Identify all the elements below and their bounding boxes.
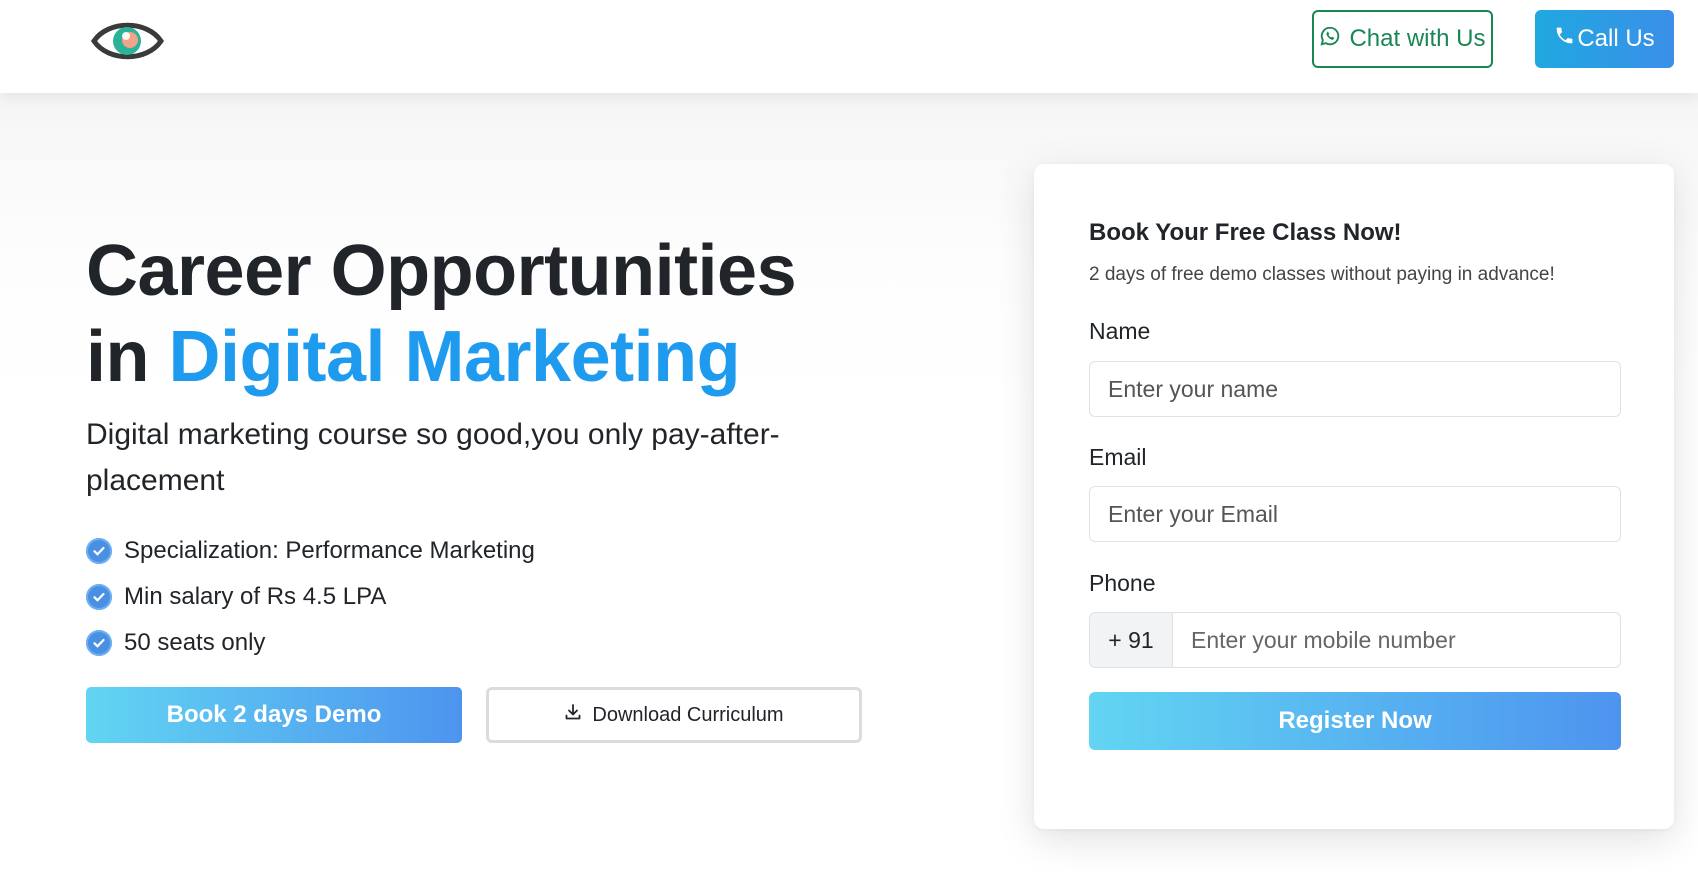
chat-button-label: Chat with Us (1349, 25, 1486, 52)
feature-item: Min salary of Rs 4.5 LPA (86, 574, 535, 620)
email-label: Email (1089, 444, 1147, 470)
download-button-label: Download Curriculum (592, 703, 784, 726)
email-input[interactable] (1089, 486, 1621, 542)
feature-item: 50 seats only (86, 620, 535, 666)
hero-title-prefix: in (86, 317, 149, 397)
site-header: Chat with Us Call Us (0, 0, 1698, 93)
country-code-prefix: + 91 (1090, 613, 1173, 667)
feature-list: Specialization: Performance Marketing Mi… (86, 528, 535, 666)
eye-logo-icon[interactable] (90, 14, 165, 68)
check-circle-icon (86, 584, 112, 610)
check-circle-icon (86, 538, 112, 564)
phone-icon (1554, 25, 1575, 53)
phone-field: + 91 (1089, 612, 1621, 668)
call-button-label: Call Us (1577, 25, 1655, 52)
download-curriculum-button[interactable]: Download Curriculum (486, 687, 862, 743)
name-input[interactable] (1089, 361, 1621, 417)
download-icon (564, 703, 582, 727)
book-demo-button[interactable]: Book 2 days Demo (86, 687, 462, 743)
whatsapp-icon (1319, 25, 1341, 54)
feature-text: Min salary of Rs 4.5 LPA (124, 583, 387, 610)
registration-form-card: Book Your Free Class Now! 2 days of free… (1034, 164, 1674, 829)
hero-title-line1: Career Opportunities (86, 231, 797, 311)
call-us-button[interactable]: Call Us (1535, 10, 1674, 68)
feature-item: Specialization: Performance Marketing (86, 528, 535, 574)
feature-text: Specialization: Performance Marketing (124, 537, 535, 564)
form-subtitle: 2 days of free demo classes without payi… (1089, 264, 1555, 285)
phone-label: Phone (1089, 570, 1156, 596)
check-circle-icon (86, 630, 112, 656)
phone-input[interactable] (1173, 613, 1620, 667)
hero-title: Career Opportunities in Digital Marketin… (86, 228, 846, 400)
hero-subtitle: Digital marketing course so good,you onl… (86, 418, 780, 497)
register-now-button[interactable]: Register Now (1089, 692, 1621, 750)
name-label: Name (1089, 318, 1151, 344)
form-title: Book Your Free Class Now! (1089, 219, 1402, 246)
feature-text: 50 seats only (124, 629, 266, 656)
hero-title-accent: Digital Marketing (168, 317, 741, 397)
chat-with-us-button[interactable]: Chat with Us (1312, 10, 1493, 68)
